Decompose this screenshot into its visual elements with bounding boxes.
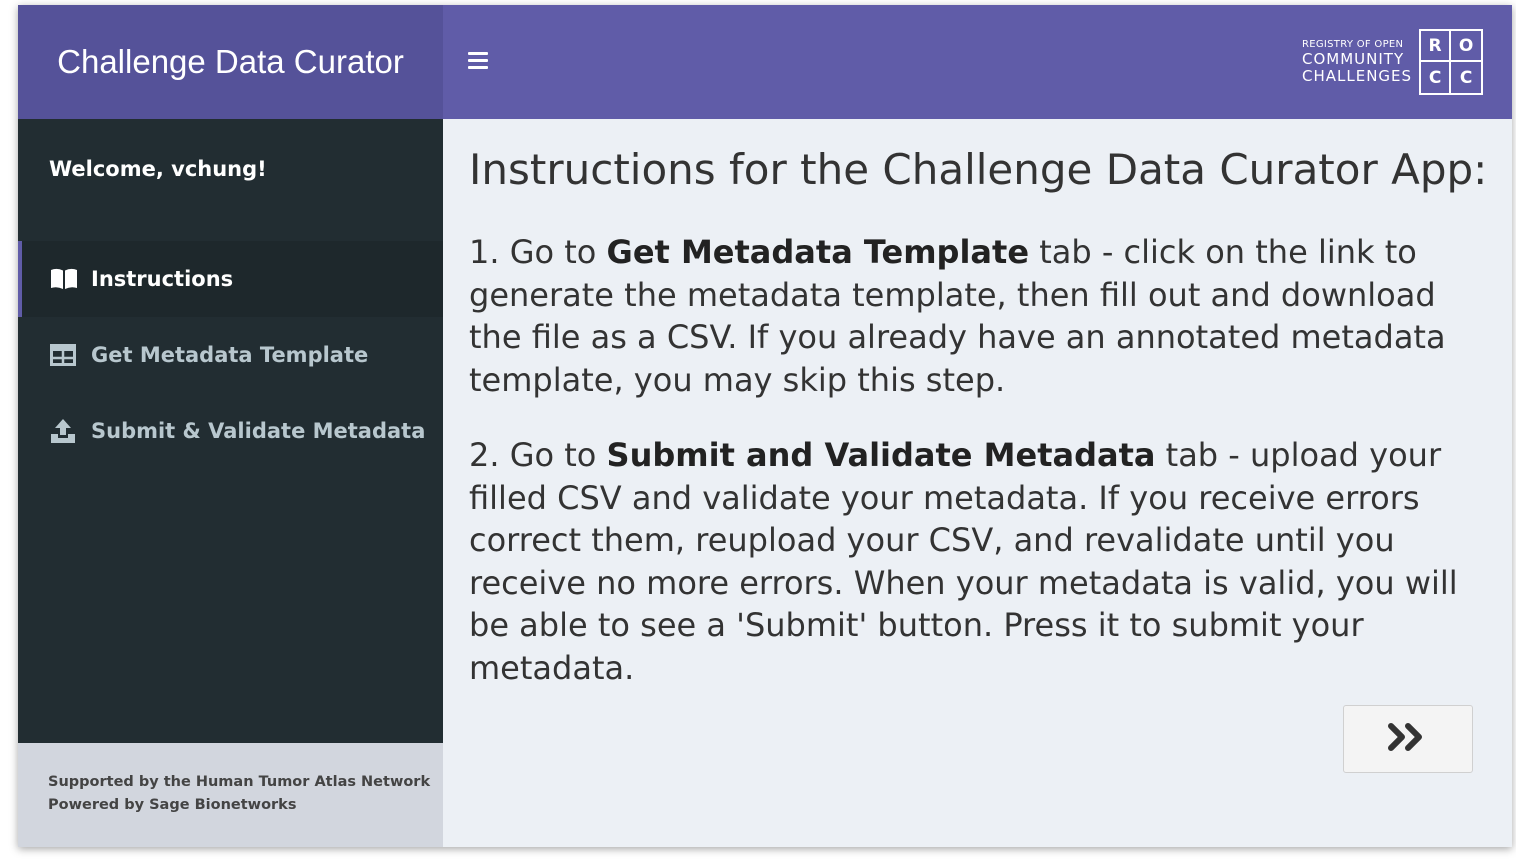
step-prefix: 1. Go to	[469, 233, 607, 271]
book-icon	[50, 267, 79, 291]
roc-logo-grid: R O C C	[1419, 29, 1484, 95]
roc-logo-line3: CHALLENGES	[1302, 66, 1413, 85]
step-prefix: 2. Go to	[469, 436, 607, 474]
step-tab-name: Submit and Validate Metadata	[606, 436, 1156, 474]
table-icon	[50, 343, 79, 367]
roc-letter: R	[1421, 31, 1452, 62]
instruction-step-2: 2. Go to Submit and Validate Metadata ta…	[469, 434, 1489, 689]
app-window: Challenge Data Curator REGISTRY OF OPEN …	[18, 5, 1512, 847]
sidebar: Welcome, vchung! Instructions Get Metada…	[18, 119, 443, 743]
sidebar-item-label: Submit & Validate Metadata	[91, 419, 426, 443]
page-title: Instructions for the Challenge Data Cura…	[469, 145, 1488, 194]
roc-logo[interactable]: REGISTRY OF OPEN COMMUNITY CHALLENGES R …	[1302, 28, 1484, 96]
instruction-step-1: 1. Go to Get Metadata Template tab - cli…	[469, 231, 1489, 401]
roc-letter: C	[1421, 62, 1452, 93]
next-button[interactable]	[1343, 705, 1473, 773]
upload-icon	[50, 419, 79, 443]
sidebar-item-submit-validate[interactable]: Submit & Validate Metadata	[18, 393, 443, 469]
sidebar-item-label: Instructions	[91, 267, 234, 291]
roc-logo-line1: REGISTRY OF OPEN	[1302, 39, 1404, 50]
footer-powered-by: Powered by Sage Bionetworks	[48, 797, 297, 813]
roc-letter: O	[1451, 31, 1482, 62]
roc-letter: C	[1459, 67, 1473, 88]
main-content: Instructions for the Challenge Data Cura…	[443, 119, 1512, 847]
footer-supported-by: Supported by the Human Tumor Atlas Netwo…	[48, 774, 431, 790]
top-header: Challenge Data Curator REGISTRY OF OPEN …	[18, 5, 1512, 119]
sidebar-menu: Instructions Get Metadata Template Submi…	[18, 241, 443, 469]
sidebar-item-get-metadata-template[interactable]: Get Metadata Template	[18, 317, 443, 393]
app-title[interactable]: Challenge Data Curator	[18, 5, 443, 119]
double-chevron-right-icon	[1388, 722, 1428, 756]
roc-logo-line2: COMMUNITY	[1302, 49, 1405, 68]
step-tab-name: Get Metadata Template	[606, 233, 1030, 271]
sidebar-footer: Supported by the Human Tumor Atlas Netwo…	[18, 743, 443, 847]
welcome-message: Welcome, vchung!	[49, 157, 267, 181]
hamburger-icon[interactable]	[468, 52, 488, 70]
sidebar-item-instructions[interactable]: Instructions	[18, 241, 443, 317]
sidebar-item-label: Get Metadata Template	[91, 343, 369, 367]
roc-logo-text: REGISTRY OF OPEN COMMUNITY CHALLENGES	[1302, 39, 1412, 85]
